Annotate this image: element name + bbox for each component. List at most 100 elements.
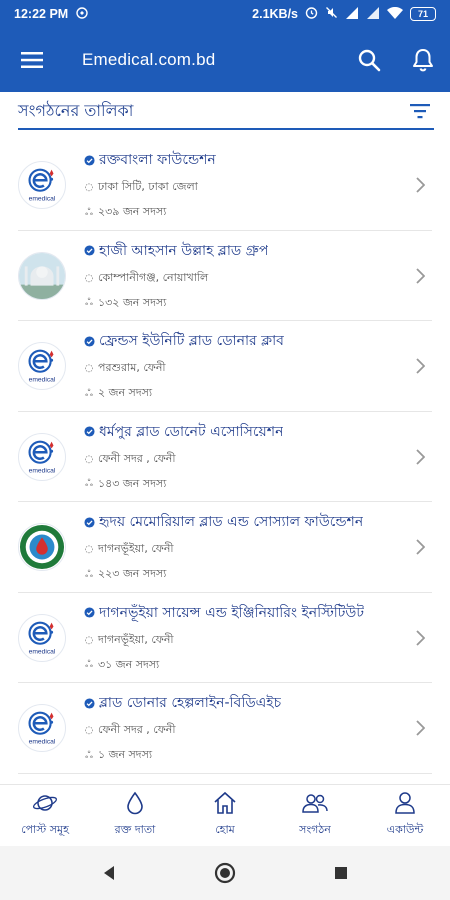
members-icon: ஃ — [85, 478, 93, 490]
location-icon: ◌ — [84, 182, 94, 194]
nav-item-account[interactable]: একাউন্ট — [360, 785, 450, 846]
net-speed: 2.1KB/s — [252, 7, 298, 21]
nav-item-organizations[interactable]: সংগঠন — [270, 785, 360, 846]
svg-text:emedical: emedical — [29, 739, 56, 746]
alarm-icon — [305, 6, 318, 22]
verified-icon — [84, 332, 95, 351]
nav-item-home[interactable]: হোম — [180, 785, 270, 846]
organization-location: ঢাকা সিটি, ঢাকা জেলা — [98, 180, 198, 194]
section-header: সংগঠনের তালিকা — [18, 94, 434, 130]
organization-location: পরশুরাম, ফেনী — [98, 361, 166, 375]
chevron-right-icon[interactable] — [400, 618, 440, 658]
list-item[interactable]: হৃদয় মেমোরিয়াল ব্লাড এন্ড সোস্যাল ফাউন… — [0, 502, 450, 593]
chevron-right-icon[interactable] — [400, 527, 440, 567]
organization-location: দাগনভূঁইয়া, ফেনী — [98, 542, 174, 556]
organization-name: রক্তবাংলা ফাউন্ডেশন — [99, 152, 216, 169]
organization-name: ফ্রেন্ডস ইউনিটি ব্লাড ডোনার ক্লাব — [99, 333, 284, 350]
organization-members: ১৩২ জন সদস্য — [98, 295, 167, 309]
verified-icon — [84, 513, 95, 532]
location-icon: ◌ — [84, 272, 94, 284]
recents-icon[interactable] — [319, 851, 363, 895]
verified-icon — [84, 241, 95, 260]
verified-icon — [84, 603, 95, 622]
nav-label-account: একাউন্ট — [386, 823, 424, 836]
location-icon: ◌ — [84, 363, 94, 375]
organization-logo — [18, 523, 66, 572]
app-title: Emedical.com.bd — [82, 50, 216, 69]
list-item[interactable]: emedical ফ্রেন্ডস ইউনিটি ব্লাড ডোনার ক্ল… — [0, 321, 450, 412]
svg-text:emedical: emedical — [29, 196, 56, 203]
nav-label-donors: রক্ত দাতা — [114, 823, 156, 836]
organization-location: দাগনভূঁইয়া, ফেনী — [98, 632, 174, 646]
svg-text:emedical: emedical — [29, 648, 56, 655]
location-icon: ◌ — [84, 634, 94, 646]
members-icon: ஃ — [85, 659, 93, 671]
organization-members: ১৪৩ জন সদস্য — [98, 476, 167, 490]
organization-logo: emedical — [18, 704, 66, 753]
organization-location: ফেনী সদর , ফেনী — [98, 451, 176, 465]
members-icon: ஃ — [85, 206, 93, 218]
section-title: সংগঠনের তালিকা — [18, 100, 134, 120]
system-navigation-bar — [0, 846, 450, 900]
organization-name: হাজী আহসান উল্লাহ ব্লাড গ্রুপ — [99, 242, 269, 259]
app-bar: Emedical.com.bd — [0, 28, 450, 92]
list-item[interactable]: emedical ব্লাড ডোনার হেল্পলাইন-বিডিএইচ ◌… — [0, 683, 450, 774]
list-item[interactable]: emedical ধর্মপুর ব্লাড ডোনেট এসোসিয়েশন … — [0, 412, 450, 503]
nav-label-home: হোম — [215, 823, 235, 836]
chevron-right-icon[interactable] — [400, 346, 440, 386]
nav-label-organizations: সংগঠন — [299, 823, 331, 836]
bottom-navigation: পোস্ট সমূহ রক্ত দাতা হোম সংগঠন একাউন্ট — [0, 784, 450, 846]
organization-logo: emedical — [18, 432, 66, 481]
home-icon — [213, 791, 237, 819]
location-icon: ◌ — [84, 453, 94, 465]
hamburger-menu-icon[interactable] — [0, 28, 64, 92]
signal-icon — [345, 6, 359, 22]
organization-name: হৃদয় মেমোরিয়াল ব্লাড এন্ড সোস্যাল ফাউন… — [99, 514, 364, 531]
list-item[interactable]: হাজী আহসান উল্লাহ ব্লাড গ্রুপ ◌ কোম্পানী… — [0, 231, 450, 322]
members-icon: ஃ — [85, 387, 93, 399]
app-notification-icon — [76, 6, 88, 22]
chevron-right-icon[interactable] — [400, 256, 440, 296]
organization-members: ২৩৯ জন সদস্য — [98, 205, 167, 219]
filter-icon[interactable] — [406, 97, 434, 125]
nav-item-donors[interactable]: রক্ত দাতা — [90, 785, 180, 846]
nav-item-posts[interactable]: পোস্ট সমূহ — [0, 785, 90, 846]
wifi-icon — [387, 6, 403, 22]
svg-text:emedical: emedical — [29, 377, 56, 384]
verified-icon — [84, 422, 95, 441]
organization-members: ৩১ জন সদস্য — [98, 657, 160, 671]
group-icon — [301, 791, 329, 819]
bell-icon[interactable] — [396, 28, 450, 92]
drop-icon — [125, 791, 145, 819]
list-item[interactable]: emedical দাগনভূঁইয়া সায়েন্স এন্ড ইঞ্জি… — [0, 593, 450, 684]
chevron-right-icon[interactable] — [400, 165, 440, 205]
organization-name: দাগনভূঁইয়া সায়েন্স এন্ড ইঞ্জিনিয়ারিং … — [99, 604, 364, 621]
svg-text:emedical: emedical — [29, 467, 56, 474]
organization-list: emedical রক্তবাংলা ফাউন্ডেশন ◌ ঢাকা সিটি… — [0, 140, 450, 774]
members-icon: ஃ — [85, 297, 93, 309]
organization-name: ধর্মপুর ব্লাড ডোনেট এসোসিয়েশন — [99, 423, 284, 440]
battery-icon: 71 — [410, 7, 436, 21]
location-icon: ◌ — [84, 544, 94, 556]
status-bar: 12:22 PM 2.1KB/s 71 — [0, 0, 450, 28]
back-icon[interactable] — [87, 851, 131, 895]
chevron-right-icon[interactable] — [400, 708, 440, 748]
home-circle-icon[interactable] — [203, 851, 247, 895]
status-time: 12:22 PM — [14, 7, 69, 21]
organization-logo: emedical — [18, 161, 66, 210]
chevron-right-icon[interactable] — [400, 437, 440, 477]
members-icon: ஃ — [85, 568, 93, 580]
organization-name: ব্লাড ডোনার হেল্পলাইন-বিডিএইচ — [99, 695, 282, 712]
person-icon — [394, 791, 416, 819]
organization-logo: emedical — [18, 342, 66, 391]
location-icon: ◌ — [84, 725, 94, 737]
organization-logo — [18, 251, 66, 300]
signal-2-icon — [366, 6, 380, 22]
organization-location: ফেনী সদর , ফেনী — [98, 723, 176, 737]
planet-icon — [32, 791, 58, 819]
organization-logo: emedical — [18, 613, 66, 662]
list-item[interactable]: emedical রক্তবাংলা ফাউন্ডেশন ◌ ঢাকা সিটি… — [0, 140, 450, 231]
search-icon[interactable] — [342, 28, 396, 92]
verified-icon — [84, 151, 95, 170]
organization-location: কোম্পানীগঞ্জ, নোয়াখালি — [98, 270, 209, 284]
